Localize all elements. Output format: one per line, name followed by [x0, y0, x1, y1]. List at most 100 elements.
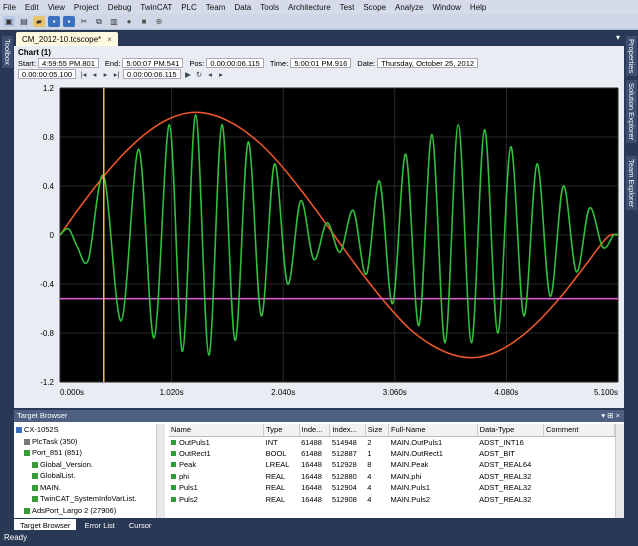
step-forward-icon[interactable]: ▸ [217, 70, 226, 79]
table-row[interactable]: Peak LREAL 16448 512928 8 MAIN.Peak ADST_REAL6… [169, 459, 615, 471]
table-cell: MAIN.Puls1 [388, 482, 477, 494]
tree-scrollbar[interactable] [156, 424, 165, 518]
table-cell-text: MAIN.OutPuls1 [390, 437, 443, 447]
table-cell [543, 459, 614, 471]
menu-item-view[interactable]: View [48, 3, 65, 12]
chart-control-row: 0.00:00:05.100 |◂ ◂ ▸ ▸| 0.00:00:06.115 … [18, 69, 228, 79]
table-cell-text: 16448 [301, 471, 322, 481]
copy-icon[interactable]: ⧉ [93, 16, 105, 27]
menu-item-scope[interactable]: Scope [363, 3, 386, 12]
tree-item[interactable]: TwinCAT_SystemInfoVarList. [16, 493, 156, 505]
table-cell: REAL [264, 471, 299, 483]
column-header[interactable]: Size [365, 424, 389, 437]
menu-item-tools[interactable]: Tools [260, 3, 279, 12]
table-cell: OutPuls1 [169, 436, 264, 448]
new-project-icon[interactable]: ▣ [3, 16, 15, 27]
table-row[interactable]: Puls1 REAL 16448 512904 4 MAIN.Puls1 ADST_REAL… [169, 482, 615, 494]
stop-icon[interactable]: ■ [138, 16, 150, 27]
column-header[interactable]: Index... [329, 424, 366, 437]
table-cell: 16448 [299, 494, 330, 506]
menu-item-test[interactable]: Test [340, 3, 355, 12]
column-header[interactable]: Comment [543, 424, 615, 437]
open-icon[interactable]: ▰ [33, 16, 45, 27]
table-cell: 512880 [330, 471, 365, 483]
tree-node-icon [24, 507, 30, 514]
menu-item-help[interactable]: Help [470, 3, 486, 12]
menu-item-architecture[interactable]: Architecture [288, 3, 331, 12]
table-cell: 61488 [299, 448, 330, 460]
properties-tab[interactable]: Properties [626, 36, 637, 77]
column-header[interactable]: Name [169, 424, 265, 437]
table-cell-text: Puls1 [179, 483, 198, 493]
toolbox-tab[interactable]: Toolbox [2, 36, 13, 68]
refresh-icon[interactable]: ↻ [195, 70, 204, 79]
main-toolbar: ▣ ▤ ▰ ▪ ▪ ✂ ⧉ ▥ ● ■ ⊕ [0, 14, 638, 30]
table-row[interactable]: OutRect1 BOOL 61488 512887 1 MAIN.OutRect1 ADS… [169, 448, 615, 460]
document-tab-strip: CM_2012-10.tcscope* × ▾ [14, 30, 624, 46]
prev-icon[interactable]: ◂ [90, 70, 99, 79]
table-cell-text: LREAL [265, 460, 290, 470]
span-field[interactable]: 0.00:00:05.100 [18, 69, 77, 79]
team-explorer-tab[interactable]: Team Explorer [626, 156, 637, 211]
tree-item[interactable]: Global_Version. [16, 459, 156, 471]
tree-item[interactable]: MAIN. [16, 482, 156, 494]
table-cell-text: 2 [367, 437, 372, 447]
column-header[interactable]: Inde... [299, 424, 331, 437]
table-scrollbar[interactable] [615, 424, 624, 518]
menu-item-debug[interactable]: Debug [108, 3, 132, 12]
table-cell-text: OutPuls1 [179, 437, 210, 447]
save-all-icon[interactable]: ▪ [63, 16, 75, 27]
column-header[interactable]: Full-Name [388, 424, 478, 437]
table-cell: ADST_REAL32 [477, 494, 543, 506]
step-back-icon[interactable]: ◂ [206, 70, 215, 79]
table-cell-text: 512908 [331, 494, 357, 504]
position-field[interactable]: 0.00:00:06.115 [123, 69, 181, 79]
tab-dropdown-icon[interactable]: ▾ [616, 33, 620, 42]
table-cell-text: 16448 [301, 494, 322, 504]
document-tab-title: CM_2012-10.tcscope* [22, 34, 102, 44]
x-tick-label: 0.000s [60, 388, 84, 397]
save-icon[interactable]: ▪ [48, 16, 60, 27]
tree-item[interactable]: GlobalList. [16, 470, 156, 482]
table-row[interactable]: Puls2 REAL 16448 512908 4 MAIN.Puls2 ADST_REAL… [169, 494, 615, 506]
pin-icon[interactable]: ▾ ⊞ [601, 411, 613, 420]
menu-item-twincat[interactable]: TwinCAT [140, 3, 172, 12]
menu-item-edit[interactable]: Edit [25, 3, 39, 12]
table-cell-text: 4 [367, 494, 372, 504]
table-row[interactable]: OutPuls1 INT 61488 514948 2 MAIN.OutPuls1 ADST… [169, 436, 615, 448]
play-icon[interactable]: ▶ [184, 70, 193, 79]
document-tab[interactable]: CM_2012-10.tcscope* × [16, 32, 118, 46]
menu-item-team[interactable]: Team [206, 3, 226, 12]
table-cell [543, 494, 614, 506]
menu-item-analyze[interactable]: Analyze [395, 3, 423, 12]
next-icon[interactable]: ▸ [101, 70, 110, 79]
menu-item-file[interactable]: File [3, 3, 16, 12]
tree-item[interactable]: CX-1052S [16, 424, 156, 436]
solution-explorer-tab[interactable]: Solution Explorer [626, 80, 637, 144]
x-tick-label: 1.020s [160, 388, 184, 397]
zoom-icon[interactable]: ⊕ [153, 16, 165, 27]
menu-item-window[interactable]: Window [432, 3, 460, 12]
tree-item[interactable]: Port_851 (851) [16, 447, 156, 459]
record-icon[interactable]: ● [123, 16, 135, 27]
tree-item[interactable]: PlcTask (350) [16, 436, 156, 448]
tree-item[interactable]: AdsPort_Largo 2 (27906) [16, 505, 156, 517]
column-header[interactable]: Data-Type [477, 424, 544, 437]
paste-icon[interactable]: ▥ [108, 16, 120, 27]
table-cell-text: 8 [367, 460, 372, 470]
scope-plot[interactable]: 1.2 0.8 0.4 0 -0.4 -0.8 -1.2 0.000s 1.020s 2.040s… [14, 82, 624, 408]
table-row[interactable]: phi REAL 16448 512880 4 MAIN.phi ADST_REAL32 [169, 471, 615, 483]
x-tick-label: 2.040s [271, 388, 295, 397]
close-panel-icon[interactable]: × [616, 411, 620, 420]
first-icon[interactable]: |◂ [79, 70, 88, 79]
column-header[interactable]: Type [263, 424, 300, 437]
menu-item-plc[interactable]: PLC [181, 3, 197, 12]
close-icon[interactable]: × [107, 35, 112, 44]
menu-item-data[interactable]: Data [234, 3, 251, 12]
cut-icon[interactable]: ✂ [78, 16, 90, 27]
time-value: 5:00:01 PM.916 [290, 58, 352, 68]
add-item-icon[interactable]: ▤ [18, 16, 30, 27]
tree-node-icon [32, 461, 38, 468]
last-icon[interactable]: ▸| [112, 70, 121, 79]
menu-item-project[interactable]: Project [74, 3, 99, 12]
